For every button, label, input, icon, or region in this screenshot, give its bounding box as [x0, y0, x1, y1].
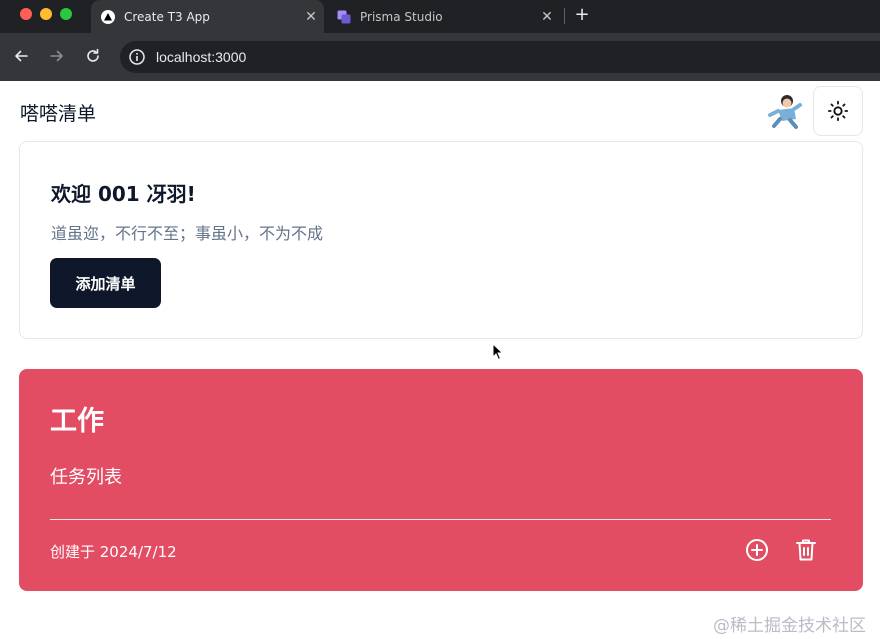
theme-toggle-button[interactable]	[813, 86, 863, 136]
address-bar[interactable]: localhost:3000	[120, 41, 880, 73]
list-description: 任务列表	[50, 467, 122, 488]
add-list-button[interactable]: 添加清单	[50, 258, 161, 308]
info-icon[interactable]	[128, 48, 146, 66]
welcome-heading: 欢迎 001 冴羽!	[51, 182, 196, 206]
window-zoom-button[interactable]	[60, 8, 72, 20]
tab-title: Create T3 App	[124, 9, 210, 24]
plus-circle-icon	[746, 539, 768, 561]
tab-close-icon[interactable]: ✕	[298, 9, 324, 25]
list-title: 工作	[50, 406, 104, 437]
browser-toolbar: localhost:3000	[0, 33, 880, 81]
reload-button[interactable]	[83, 45, 103, 67]
reload-icon	[87, 48, 99, 62]
tab-close-icon[interactable]: ✕	[534, 9, 560, 25]
list-created-date: 创建于 2024/7/12	[50, 543, 177, 561]
window-minimize-button[interactable]	[40, 8, 52, 20]
add-task-button[interactable]	[743, 536, 771, 564]
arrow-left-icon	[15, 50, 28, 62]
list-divider	[50, 519, 831, 520]
sun-icon	[827, 100, 849, 122]
trash-icon	[796, 539, 816, 561]
tab-create-t3-app[interactable]: Create T3 App ✕	[91, 0, 324, 33]
tab-title: Prisma Studio	[360, 9, 443, 24]
tab-prisma-studio[interactable]: Prisma Studio ✕	[329, 0, 560, 33]
welcome-card: 欢迎 001 冴羽! 道虽迩，不行不至；事虽小，不为不成 添加清单	[19, 141, 863, 339]
avatar-icon[interactable]	[766, 93, 804, 129]
prisma-squares-icon	[337, 10, 351, 23]
url-text: localhost:3000	[156, 49, 247, 65]
app-title: 嗒嗒清单	[20, 103, 97, 125]
tab-separator	[564, 8, 565, 24]
back-button[interactable]	[11, 45, 31, 67]
list-card[interactable]: 工作 任务列表 创建于 2024/7/12	[19, 369, 863, 591]
arrow-right-icon	[50, 50, 63, 62]
mouse-cursor-icon	[492, 343, 504, 361]
welcome-subtitle: 道虽迩，不行不至；事虽小，不为不成	[51, 224, 324, 243]
watermark: @稀土掘金技术社区	[713, 616, 866, 636]
browser-tab-bar: Create T3 App ✕ Prisma Studio ✕ +	[0, 0, 880, 33]
forward-button[interactable]	[47, 45, 67, 67]
page-content: 嗒嗒清单 欢迎 001 冴羽! 道虽迩，不行不至；事虽小，不为不成 添加清单 工…	[0, 81, 880, 639]
new-tab-button[interactable]: +	[572, 4, 592, 26]
delete-list-button[interactable]	[792, 536, 820, 564]
triangle-logo-icon	[101, 9, 115, 24]
window-close-button[interactable]	[20, 8, 32, 20]
